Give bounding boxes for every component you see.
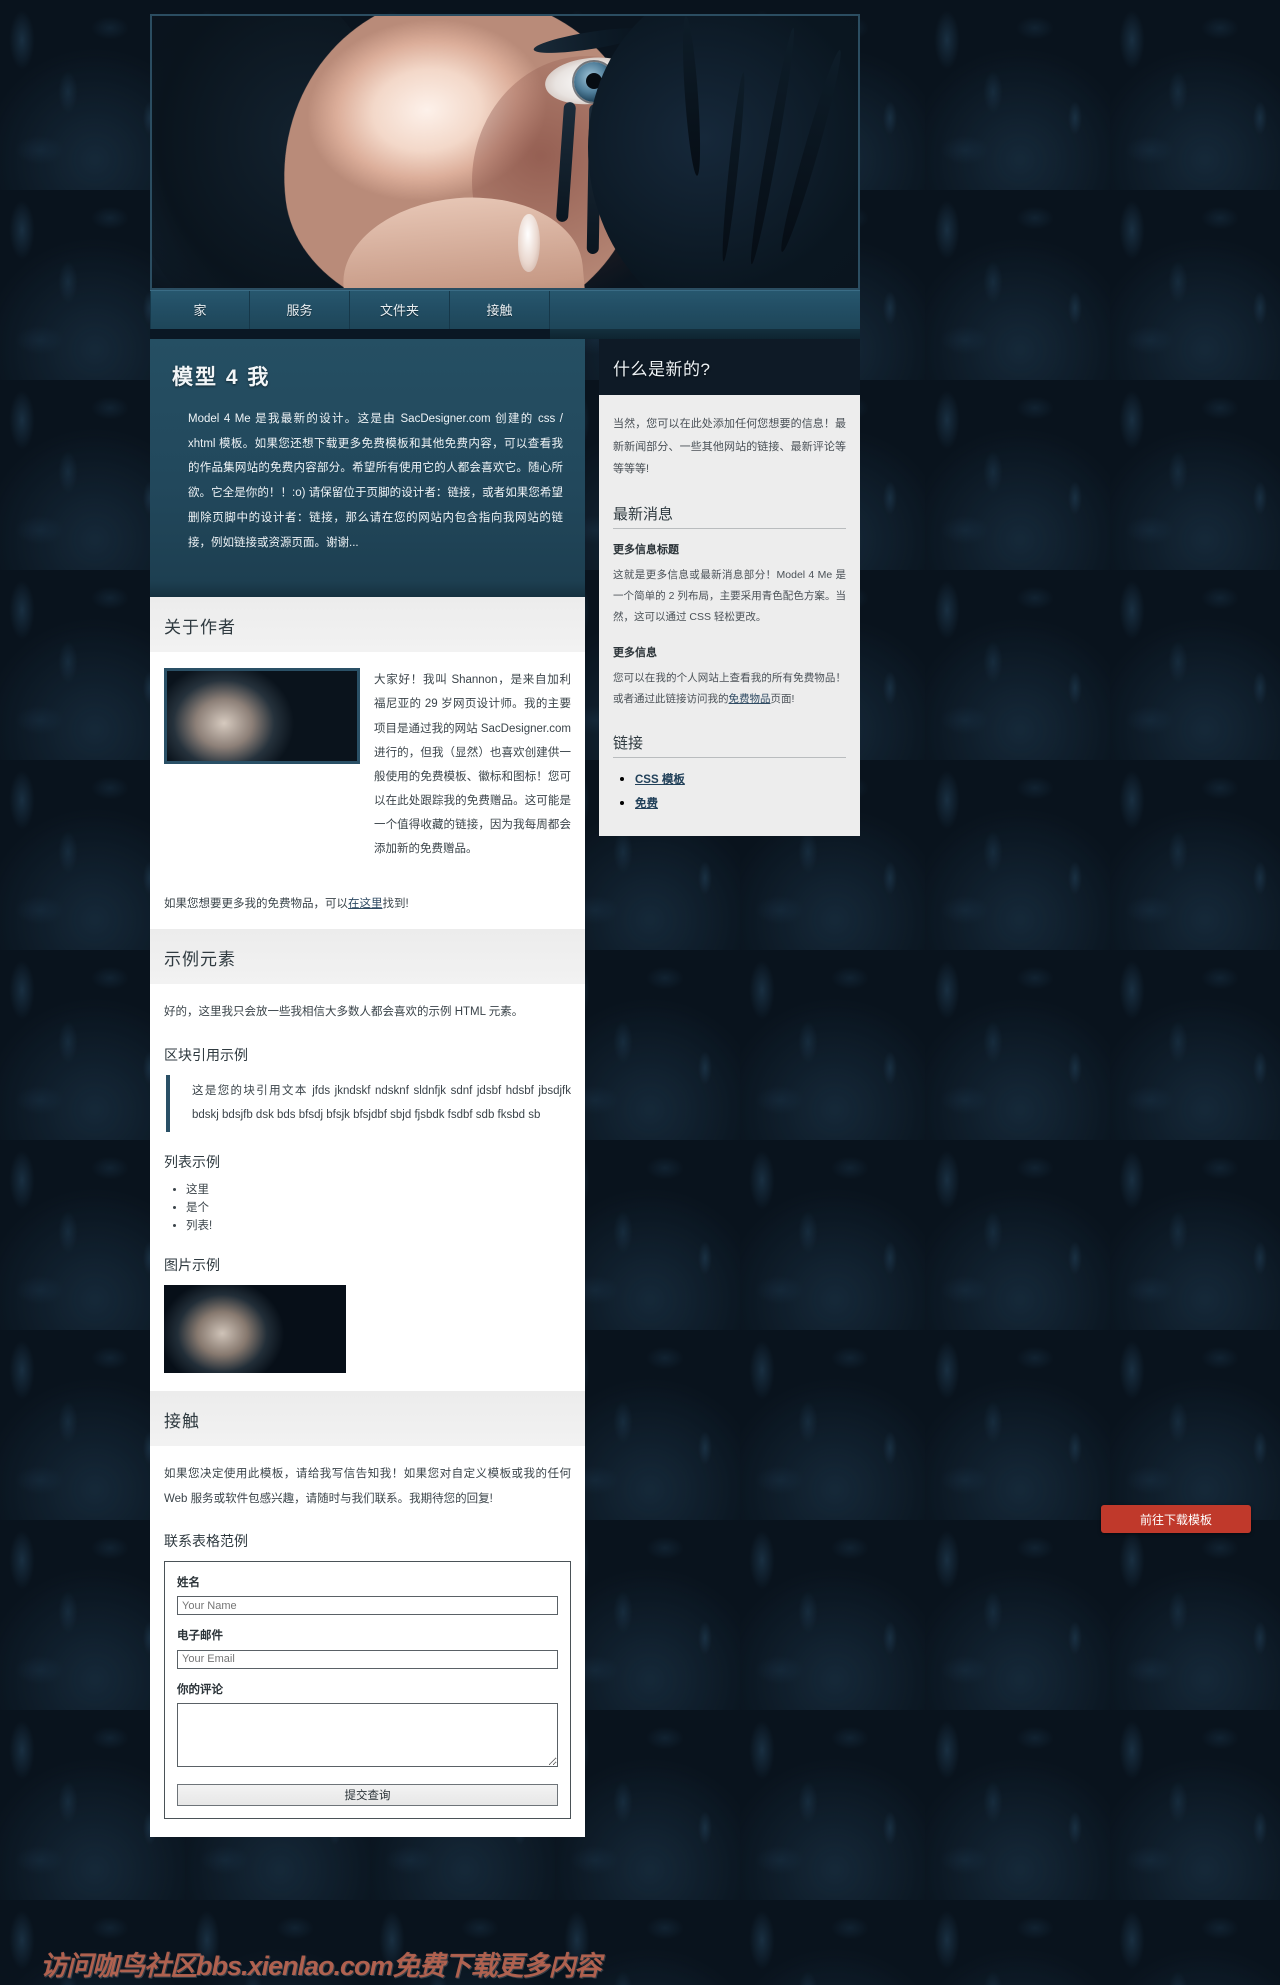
sidebar-news-item: 更多信息 您可以在我的个人网站上查看我的所有免费物品！或者通过此链接访问我的免费… [613,644,846,710]
about-more-line: 如果您想要更多我的免费物品，可以在这里找到! [164,895,571,911]
main-column: 模型 4 我 Model 4 Me 是我最新的设计。这是由 SacDesigne… [150,339,585,1837]
name-input[interactable] [177,1596,558,1616]
page-title: 模型 4 我 [172,366,271,389]
blockquote-text: 这是您的块引用文本 jfds jkndskf ndsknf sldnfjk sd… [192,1084,571,1122]
submit-button[interactable]: 提交查询 [177,1783,558,1806]
contact-heading: 接触 [164,1412,200,1432]
about-header: 关于作者 [150,597,585,653]
page-root: 家 服务 文件夹 接触 模型 4 我 Model 4 Me 是我最新的设计。这是… [0,0,1280,1985]
site-watermark: 访问咖鸟社区bbs.xienlao.com免费下载更多内容 [40,1951,602,1981]
list-item: 这里 [186,1182,571,1200]
author-photo [164,668,360,765]
list-heading: 列表示例 [164,1154,220,1171]
author-row: 大家好！我叫 Shannon，是来自加利福尼亚的 29 岁网页设计师。我的主要项… [164,668,571,861]
nav-item-services[interactable]: 服务 [250,291,350,329]
contact-intro: 如果您决定使用此模板，请给我写信告知我！如果您对自定义模板或我的任何 Web 服… [164,1468,571,1505]
nav-item-contact[interactable]: 接触 [450,291,550,329]
nav-bar: 家 服务 文件夹 接触 [150,290,860,329]
list-item: 是个 [186,1200,571,1218]
name-label: 姓名 [177,1576,200,1589]
sidebar-intro: 当然，您可以在此处添加任何您想要的信息！最新新闻部分、一些其他网站的链接、最新评… [613,418,846,476]
sample-list: 这里 是个 列表! [186,1182,571,1235]
news-item-title: 更多信息 [613,646,657,659]
news-body-suffix: 页面! [770,692,795,705]
primary-navigation: 家 服务 文件夹 接触 [150,290,860,339]
about-more-suffix: 找到! [382,898,409,911]
sidebar-link-list: CSS 模板 免费 [635,770,846,812]
contact-section: 接触 如果您决定使用此模板，请给我写信告知我！如果您对自定义模板或我的任何 We… [150,1391,585,1837]
blockquote-heading: 区块引用示例 [164,1046,248,1063]
contact-header: 接触 [150,1391,585,1447]
comment-textarea[interactable] [177,1702,558,1767]
sidebar-link-free[interactable]: 免费 [635,798,658,810]
about-body: 大家好！我叫 Shannon，是来自加利福尼亚的 29 岁网页设计师。我的主要项… [150,652,585,929]
contact-form-heading: 联系表格范例 [164,1532,248,1549]
sample-blockquote: 这是您的块引用文本 jfds jkndskf ndsknf sldnfjk sd… [166,1074,571,1133]
sidebar-body: 当然，您可以在此处添加任何您想要的信息！最新新闻部分、一些其他网站的链接、最新评… [599,395,860,836]
intro-panel: 模型 4 我 Model 4 Me 是我最新的设计。这是由 SacDesigne… [150,339,585,582]
about-section: 关于作者 大家好！我叫 Shannon，是来自加利福尼亚的 29 岁网页设计师。… [150,597,585,930]
email-label: 电子邮件 [177,1630,223,1643]
sidebar-news-item: 更多信息标题 这就是更多信息或最新消息部分！Model 4 Me 是一个简单的 … [613,541,846,628]
samples-body: 好的，这里我只会放一些我相信大多数人都会喜欢的示例 HTML 元素。 区块引用示… [150,984,585,1391]
news-item-title: 更多信息标题 [613,543,679,556]
comment-label: 你的评论 [177,1683,223,1696]
sidebar-links-title: 链接 [613,732,846,758]
sidebar-link-item: 免费 [635,794,846,812]
nav-shadow-dark [150,329,550,339]
nav-item-folder[interactable]: 文件夹 [350,291,450,329]
news-item-body: 这就是更多信息或最新消息部分！Model 4 Me 是一个简单的 2 列布局，主… [613,568,846,623]
contact-form: 姓名 电子邮件 你的评论 提交查询 [164,1560,571,1819]
sample-image [164,1285,346,1374]
intro-paragraph: Model 4 Me 是我最新的设计。这是由 SacDesigner.com 创… [188,413,563,549]
columns: 模型 4 我 Model 4 Me 是我最新的设计。这是由 SacDesigne… [150,339,860,1837]
sidebar-title: 什么是新的? [613,360,711,379]
samples-section: 示例元素 好的，这里我只会放一些我相信大多数人都会喜欢的示例 HTML 元素。 … [150,929,585,1392]
intro-panel-footer [150,581,585,598]
nav-filler [550,291,860,329]
nav-item-home[interactable]: 家 [150,291,250,329]
samples-heading: 示例元素 [164,950,236,970]
news-body-link[interactable]: 免费物品 [729,693,771,705]
hero-artwork [152,16,858,288]
about-more-prefix: 如果您想要更多我的免费物品，可以 [164,898,348,911]
contact-body: 如果您决定使用此模板，请给我写信告知我！如果您对自定义模板或我的任何 Web 服… [150,1446,585,1836]
image-heading: 图片示例 [164,1257,220,1274]
author-bio: 大家好！我叫 Shannon，是来自加利福尼亚的 29 岁网页设计师。我的主要项… [374,674,571,856]
download-template-button[interactable]: 前往下载模板 [1101,1505,1251,1533]
list-item: 列表! [186,1218,571,1236]
about-more-link[interactable]: 在这里 [348,898,383,910]
about-heading: 关于作者 [164,618,236,638]
content-wrapper: 家 服务 文件夹 接触 模型 4 我 Model 4 Me 是我最新的设计。这是… [150,14,860,1837]
email-input[interactable] [177,1649,558,1669]
hero-banner-image [150,14,860,290]
sidebar-link-item: CSS 模板 [635,770,846,788]
sidebar-news-title: 最新消息 [613,503,846,529]
hero-drip [518,214,540,272]
news-item-body: 您可以在我的个人网站上查看我的所有免费物品！或者通过此链接访问我的免费物品页面! [613,668,846,710]
samples-intro: 好的，这里我只会放一些我相信大多数人都会喜欢的示例 HTML 元素。 [164,1006,524,1019]
sidebar: 什么是新的? 当然，您可以在此处添加任何您想要的信息！最新新闻部分、一些其他网站… [599,339,860,836]
sidebar-header: 什么是新的? [599,339,860,395]
samples-header: 示例元素 [150,929,585,985]
sidebar-link-css-templates[interactable]: CSS 模板 [635,774,685,786]
